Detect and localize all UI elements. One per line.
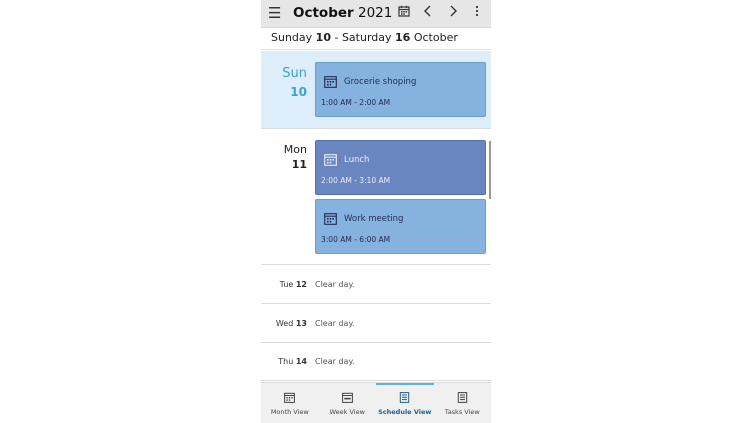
day-name: Wed	[275, 319, 294, 328]
chevron-left-icon[interactable]	[422, 5, 434, 21]
day-label: Wed 13	[276, 304, 307, 344]
year: 2021	[357, 5, 393, 21]
day-name: Tue	[279, 280, 294, 289]
calendar-week-icon	[341, 392, 353, 403]
day-name: Mon	[283, 143, 307, 156]
event-time: 1:00 AM - 2:00 AM	[321, 98, 391, 107]
app-header: ☰ October 2021	[261, 0, 491, 28]
day-name: Sun	[282, 66, 307, 81]
event-work-meeting[interactable]: Work meeting 3:00 AM - 6:00 AM	[315, 199, 486, 254]
event-title: Work meeting	[344, 214, 404, 224]
phone-screen: ☰ October 2021 Sunday 10 - Saturday 16 O…	[261, 0, 491, 423]
day-row-thursday[interactable]: Thu 14 Clear day.	[261, 342, 491, 381]
date-range: Sunday 10 - Saturday 16 October	[261, 28, 491, 50]
range-end-day: Saturday	[341, 31, 392, 44]
tab-label: Schedule View	[378, 408, 432, 416]
tab-month-view[interactable]: Month View	[261, 383, 319, 423]
clear-day-text: Clear day.	[315, 280, 355, 289]
range-start-day: Sunday	[271, 31, 313, 44]
hamburger-icon[interactable]: ☰	[268, 4, 281, 22]
event-title: Grocerie shoping	[344, 77, 417, 87]
day-label: Tue 12	[280, 265, 307, 305]
range-start-num: 10	[315, 31, 331, 44]
range-month: October	[413, 31, 458, 44]
day-label: Thu 14	[278, 342, 307, 382]
day-number: 11	[291, 158, 307, 171]
clear-day-text: Clear day.	[315, 319, 355, 328]
schedule-list-icon	[399, 392, 410, 403]
month-title: October 2021	[293, 5, 392, 22]
day-name: Thu	[278, 357, 294, 366]
day-row-tuesday[interactable]: Tue 12 Clear day.	[261, 265, 491, 304]
tab-week-view[interactable]: Week View	[319, 383, 377, 423]
event-title: Lunch	[344, 155, 370, 165]
calendar-month-icon	[284, 392, 295, 403]
day-row-wednesday[interactable]: Wed 13 Clear day.	[261, 304, 491, 343]
range-separator: -	[330, 31, 342, 44]
event-calendar-icon	[324, 213, 337, 225]
event-time: 3:00 AM - 6:00 AM	[321, 235, 391, 244]
event-time: 2:00 AM - 3:10 AM	[321, 176, 391, 185]
day-number: 13	[295, 319, 307, 328]
tab-label: Month View	[270, 408, 309, 416]
calendar-icon[interactable]	[397, 5, 411, 21]
tab-label: Week View	[329, 408, 365, 416]
chevron-right-icon[interactable]	[447, 5, 459, 21]
event-lunch[interactable]: Lunch 2:00 AM - 3:10 AM	[315, 140, 486, 195]
day-number: 14	[295, 357, 307, 366]
tab-tasks-view[interactable]: Tasks View	[434, 383, 492, 423]
clear-day-text: Clear day.	[315, 357, 355, 366]
day-row-sunday[interactable]: Sun 10 Grocerie shoping 1:00 AM - 2:00 A…	[261, 51, 491, 129]
day-number: 12	[295, 280, 307, 289]
day-number: 10	[290, 85, 307, 99]
tasks-list-icon	[457, 392, 467, 403]
range-end-num: 16	[395, 31, 411, 44]
month-name: October	[293, 5, 354, 21]
bottom-navigation: Month View Week View Schedule View Tasks…	[261, 382, 491, 423]
tab-schedule-view[interactable]: Schedule View	[376, 383, 434, 423]
event-calendar-icon	[324, 154, 337, 166]
day-row-monday[interactable]: Mon 11 Lunch 2:00 AM - 3:10 AM Work meet…	[261, 129, 491, 265]
more-vertical-icon[interactable]	[472, 5, 482, 21]
active-tab-indicator	[376, 383, 434, 385]
event-grocerie-shoping[interactable]: Grocerie shoping 1:00 AM - 2:00 AM	[315, 62, 486, 117]
tab-label: Tasks View	[444, 408, 480, 416]
event-calendar-icon	[324, 76, 337, 88]
scrollbar[interactable]	[489, 141, 491, 199]
